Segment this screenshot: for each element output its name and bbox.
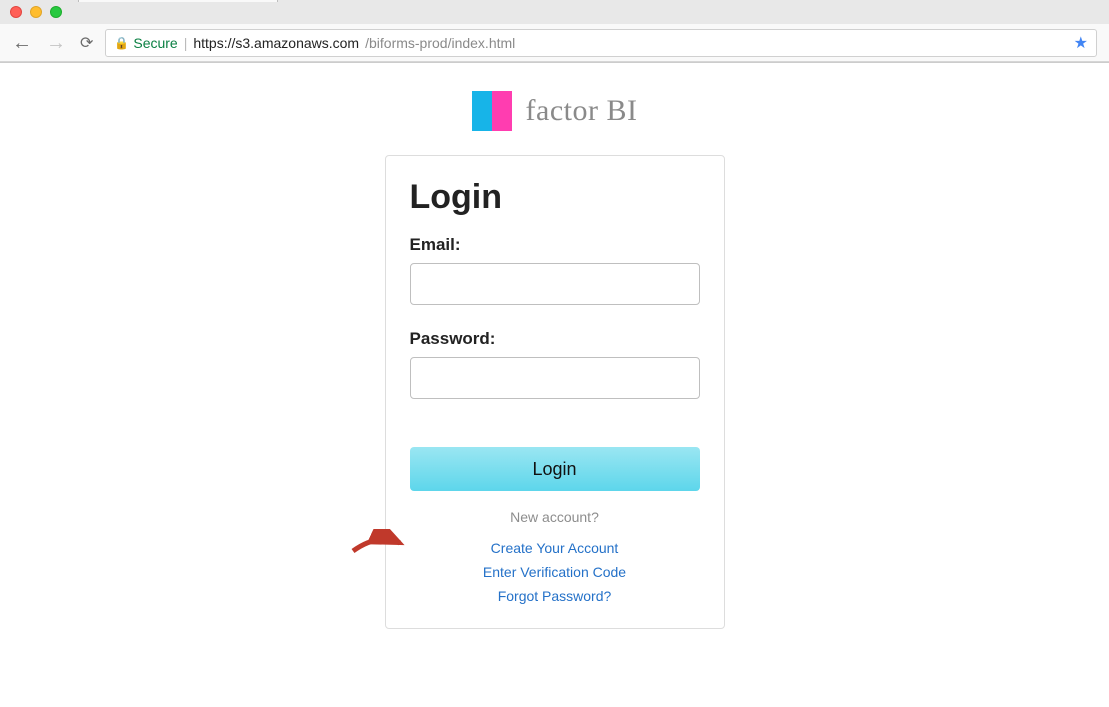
window-titlebar	[0, 0, 1109, 24]
login-card: Login Email: Password: Login New account…	[385, 155, 725, 629]
secure-label: Secure	[133, 35, 177, 51]
forgot-password-link[interactable]: Forgot Password?	[410, 585, 700, 609]
email-field[interactable]	[410, 263, 700, 305]
email-label: Email:	[410, 235, 700, 255]
password-label: Password:	[410, 329, 700, 349]
window-close-button[interactable]	[10, 6, 22, 18]
browser-chrome: Console Factor BI × ← → ⟳ 🔒 Secure | htt…	[0, 0, 1109, 63]
nav-buttons: ← → ⟳	[12, 33, 93, 53]
address-bar[interactable]: 🔒 Secure | https://s3.amazonaws.com/bifo…	[105, 29, 1097, 57]
reload-button[interactable]: ⟳	[80, 33, 93, 53]
forward-button[interactable]: →	[46, 33, 66, 53]
separator: |	[184, 35, 188, 51]
url-path: /biforms-prod/index.html	[365, 35, 515, 51]
window-minimize-button[interactable]	[30, 6, 42, 18]
url-host: https://s3.amazonaws.com	[193, 35, 359, 51]
back-button[interactable]: ←	[12, 33, 32, 53]
window-traffic-lights	[10, 6, 62, 18]
lock-icon: 🔒	[114, 36, 129, 50]
annotation-arrow-icon	[348, 529, 408, 559]
page-content: factor BI Login Email: Password: Login N…	[0, 63, 1109, 629]
secure-indicator: 🔒 Secure	[114, 35, 177, 51]
brand-header: factor BI	[472, 91, 638, 131]
login-heading: Login	[410, 178, 700, 217]
window-maximize-button[interactable]	[50, 6, 62, 18]
password-field[interactable]	[410, 357, 700, 399]
browser-tab[interactable]: Console Factor BI ×	[78, 0, 278, 2]
enter-verification-link[interactable]: Enter Verification Code	[410, 561, 700, 585]
browser-toolbar: ← → ⟳ 🔒 Secure | https://s3.amazonaws.co…	[0, 24, 1109, 62]
login-button[interactable]: Login	[410, 447, 700, 491]
create-account-link[interactable]: Create Your Account	[410, 537, 700, 561]
brand-logo-icon	[472, 91, 512, 131]
bookmark-star-icon[interactable]: ★	[1074, 33, 1088, 53]
footer-links: Create Your Account Enter Verification C…	[410, 537, 700, 608]
brand-name: factor BI	[526, 94, 638, 128]
new-account-text: New account?	[410, 509, 700, 525]
